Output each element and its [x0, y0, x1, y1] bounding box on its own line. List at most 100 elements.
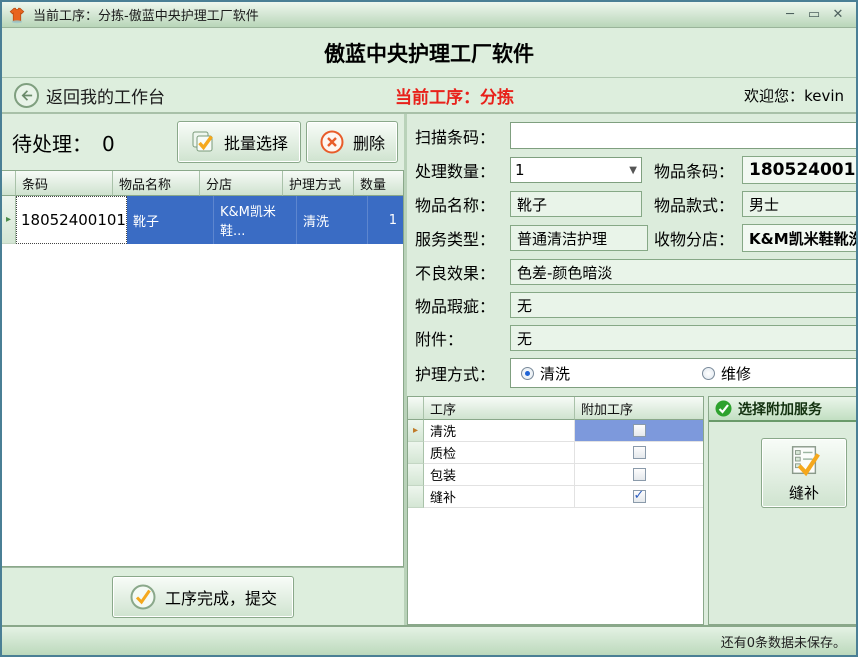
- left-footer: 工序完成，提交: [2, 567, 404, 625]
- receive-branch-label: 收物分店：: [654, 226, 742, 250]
- qty-label: 处理数量：: [415, 158, 510, 182]
- radio-repair[interactable]: [702, 367, 715, 380]
- checkbox-pack[interactable]: [633, 468, 646, 481]
- process-table-header: 工序 附加工序: [408, 397, 703, 420]
- radio-wash[interactable]: [521, 367, 534, 380]
- process-checkbox-cell[interactable]: [575, 420, 703, 442]
- welcome-text: 欢迎您：kevin: [744, 85, 844, 106]
- checkbox-wash[interactable]: [633, 424, 646, 437]
- extra-services-body: 缝补: [709, 422, 856, 624]
- qty-combobox[interactable]: 1 ▼: [510, 157, 642, 183]
- process-header-gutter: [408, 397, 424, 420]
- extra-services-header: 选择附加服务: [709, 397, 856, 422]
- row-gutter: [408, 442, 424, 464]
- process-row-wash[interactable]: ▸ 清洗: [408, 420, 703, 442]
- process-name[interactable]: 清洗: [424, 420, 575, 442]
- radio-repair-label[interactable]: 维修: [721, 363, 751, 384]
- col-barcode[interactable]: 条码: [16, 171, 113, 196]
- welcome-label: 欢迎您：: [744, 87, 804, 105]
- mend-service-button[interactable]: 缝补: [761, 438, 847, 508]
- submit-process-button[interactable]: 工序完成，提交: [112, 576, 294, 618]
- title-bar: 当前工序：分拣-傲蓝中央护理工厂软件 ─ ▭ ✕: [2, 2, 856, 28]
- col-process[interactable]: 工序: [424, 397, 575, 420]
- close-icon[interactable]: ✕: [826, 3, 850, 27]
- care-method-label: 护理方式：: [415, 361, 510, 385]
- batch-select-button[interactable]: 批量选择: [177, 121, 301, 163]
- app-header: 傲蓝中央护理工厂软件: [2, 28, 856, 78]
- back-label: 返回我的工作台: [46, 83, 165, 108]
- bottom-section: 工序 附加工序 ▸ 清洗 质检 包装: [407, 396, 856, 625]
- table-empty-area: [2, 244, 403, 566]
- service-type-label: 服务类型：: [415, 226, 510, 250]
- scan-barcode-input[interactable]: [510, 122, 856, 149]
- process-row-pack[interactable]: 包装: [408, 464, 703, 486]
- process-checkbox-cell[interactable]: [575, 464, 703, 486]
- flaw-label: 物品瑕疵：: [415, 293, 510, 317]
- batch-check-icon: [190, 129, 216, 155]
- item-style-label: 物品款式：: [654, 192, 742, 216]
- delete-button[interactable]: 删除: [306, 121, 398, 163]
- process-name[interactable]: 缝补: [424, 486, 575, 508]
- page-title: 傲蓝中央护理工厂软件: [324, 38, 534, 68]
- items-table: 条码 物品名称 分店 护理方式 数量 ▸ 18052400101 靴子 K&M凯…: [2, 170, 404, 567]
- care-method-group: 清洗 维修: [510, 358, 856, 388]
- cell-care-method[interactable]: 清洗: [297, 196, 368, 244]
- items-table-header: 条码 物品名称 分店 护理方式 数量: [2, 171, 403, 196]
- table-row[interactable]: ▸ 18052400101 靴子 K&M凯米鞋... 清洗 1: [2, 196, 403, 244]
- checkbox-mend[interactable]: [633, 490, 646, 503]
- process-name[interactable]: 包装: [424, 464, 575, 486]
- submit-label: 工序完成，提交: [165, 585, 277, 609]
- cell-qty[interactable]: 1: [368, 196, 403, 244]
- nav-bar: 返回我的工作台 当前工序：分拣 欢迎您：kevin: [2, 78, 856, 114]
- pending-count-label: 待处理：0: [12, 128, 177, 157]
- maximize-icon[interactable]: ▭: [802, 3, 826, 27]
- unsaved-status-text: 还有0条数据未保存。: [721, 632, 846, 651]
- row-gutter: [408, 464, 424, 486]
- item-barcode-value: 18052400101: [742, 156, 856, 184]
- back-to-workbench-button[interactable]: 返回我的工作台: [14, 83, 165, 108]
- extra-services-title: 选择附加服务: [738, 399, 822, 419]
- item-name-label: 物品名称：: [415, 192, 510, 216]
- process-name[interactable]: 质检: [424, 442, 575, 464]
- cell-barcode[interactable]: 18052400101: [16, 196, 127, 244]
- app-window: 当前工序：分拣-傲蓝中央护理工厂软件 ─ ▭ ✕ 傲蓝中央护理工厂软件 返回我的…: [0, 0, 858, 657]
- col-qty[interactable]: 数量: [354, 171, 403, 196]
- process-table-empty: [408, 508, 703, 624]
- app-shirt-icon: [8, 6, 26, 24]
- delete-x-icon: [319, 129, 345, 155]
- row-indicator-icon: ▸: [408, 420, 424, 442]
- defect-label: 不良效果：: [415, 260, 510, 284]
- cell-branch[interactable]: K&M凯米鞋...: [214, 196, 297, 244]
- process-checkbox-cell[interactable]: [575, 442, 703, 464]
- receive-branch-value: K&M凯米鞋靴洗: [742, 224, 856, 252]
- pending-count: 0: [102, 132, 115, 156]
- col-branch[interactable]: 分店: [200, 171, 283, 196]
- flaw-value: 无: [510, 292, 856, 318]
- defect-value: 色差-颜色暗淡: [510, 259, 856, 285]
- process-row-mend[interactable]: 缝补: [408, 486, 703, 508]
- qty-value: 1: [515, 161, 525, 179]
- process-row-qc[interactable]: 质检: [408, 442, 703, 464]
- radio-wash-label[interactable]: 清洗: [540, 363, 570, 384]
- attachment-label: 附件：: [415, 326, 510, 350]
- item-style-value: 男士: [742, 191, 856, 217]
- col-item-name[interactable]: 物品名称: [113, 171, 200, 196]
- chevron-down-icon[interactable]: ▼: [629, 165, 637, 176]
- col-care-method[interactable]: 护理方式: [283, 171, 354, 196]
- attachment-value: 无: [510, 325, 856, 351]
- cell-item-name[interactable]: 靴子: [127, 196, 214, 244]
- col-extra-process[interactable]: 附加工序: [575, 397, 703, 420]
- left-panel: 待处理：0 批量选择 删除: [2, 114, 407, 625]
- mend-service-icon: [785, 443, 823, 479]
- status-bar: 还有0条数据未保存。: [2, 625, 856, 655]
- extra-services-panel: 选择附加服务: [708, 396, 856, 625]
- green-check-icon: [715, 400, 732, 417]
- process-checkbox-cell[interactable]: [575, 486, 703, 508]
- submit-check-icon: [129, 583, 157, 611]
- scan-barcode-label: 扫描条码：: [415, 124, 510, 148]
- batch-select-label: 批量选择: [224, 130, 288, 154]
- checkbox-qc[interactable]: [633, 446, 646, 459]
- item-name-value: 靴子: [510, 191, 642, 217]
- window-title: 当前工序：分拣-傲蓝中央护理工厂软件: [33, 5, 259, 24]
- minimize-icon[interactable]: ─: [778, 3, 802, 27]
